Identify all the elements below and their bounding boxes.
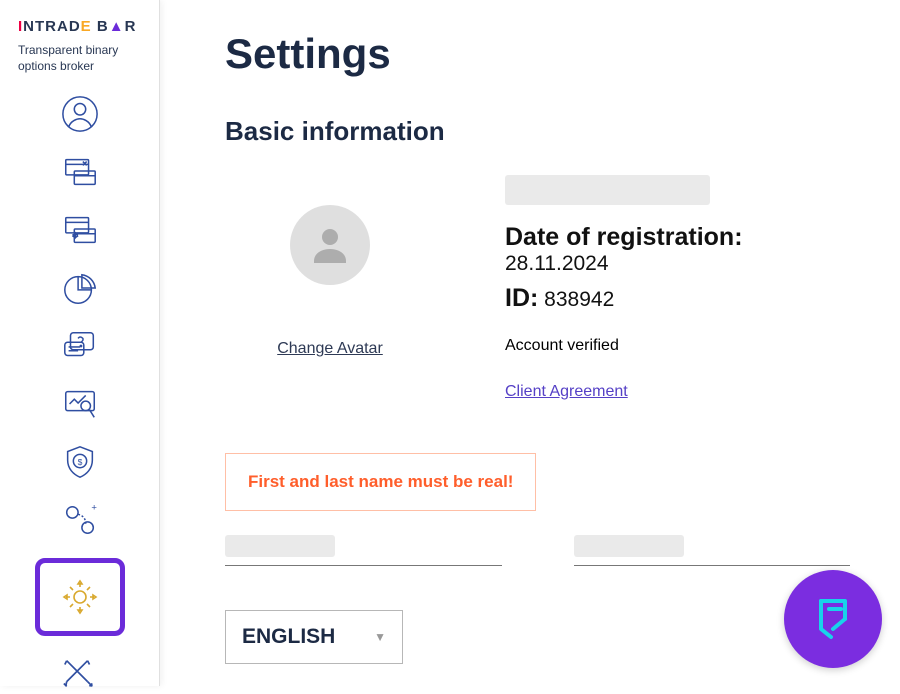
nav-safety[interactable]: $ [60,442,100,482]
stats-icon [61,269,99,307]
first-name-field[interactable] [225,535,502,566]
language-value: ENGLISH [242,625,335,649]
redacted-first-name [225,535,335,557]
name-inputs-row [225,535,850,566]
avatar [290,205,370,285]
section-title: Basic information [225,116,850,147]
brand-tagline: Transparent binary options broker [0,43,159,88]
nav-analysis[interactable] [60,384,100,424]
client-agreement-link[interactable]: Client Agreement [505,383,628,401]
id-line: ID: 838942 [505,284,850,313]
redacted-last-name [574,535,684,557]
swords-icon [61,655,99,693]
avatar-column: Change Avatar [225,175,435,358]
redacted-name [505,175,710,205]
sidebar-nav: $ + [0,88,159,694]
registration-line: Date of registration: 28.11.2024 [505,223,850,276]
name-warning: First and last name must be real! [225,453,536,511]
deposit-icon [61,153,99,191]
page-title: Settings [225,30,850,78]
nav-referral[interactable]: + [60,500,100,540]
referral-icon: + [61,501,99,539]
nav-stats[interactable] [60,268,100,308]
brand-name: INTRADE B▲R [18,18,141,35]
nav-profile[interactable] [60,94,100,134]
nav-faq[interactable] [60,326,100,366]
profile-icon [61,95,99,133]
nav-deposit[interactable] [60,152,100,192]
withdraw-icon [61,211,99,249]
basic-info-row: Change Avatar Date of registration: 28.1… [225,175,850,401]
analysis-icon [61,385,99,423]
main-content: Settings Basic information Change Avatar… [160,0,900,686]
chevron-down-icon: ▼ [374,630,386,644]
nav-settings[interactable] [35,558,125,636]
shield-icon: $ [61,443,99,481]
nav-tournament[interactable] [60,654,100,694]
verified-status: Account verified [505,337,850,355]
change-avatar-link[interactable]: Change Avatar [277,340,383,358]
nav-withdraw[interactable] [60,210,100,250]
last-name-field[interactable] [574,535,851,566]
logo: INTRADE B▲R [0,18,159,43]
svg-text:+: + [91,503,97,514]
svg-text:$: $ [77,457,82,467]
gear-icon [60,577,100,617]
sidebar: INTRADE B▲R Transparent binary options b… [0,0,160,686]
chat-fab[interactable] [784,570,882,668]
user-details: Date of registration: 28.11.2024 ID: 838… [505,175,850,401]
chat-icon [805,589,861,650]
language-select[interactable]: ENGLISH ▼ [225,610,403,664]
faq-icon [61,327,99,365]
